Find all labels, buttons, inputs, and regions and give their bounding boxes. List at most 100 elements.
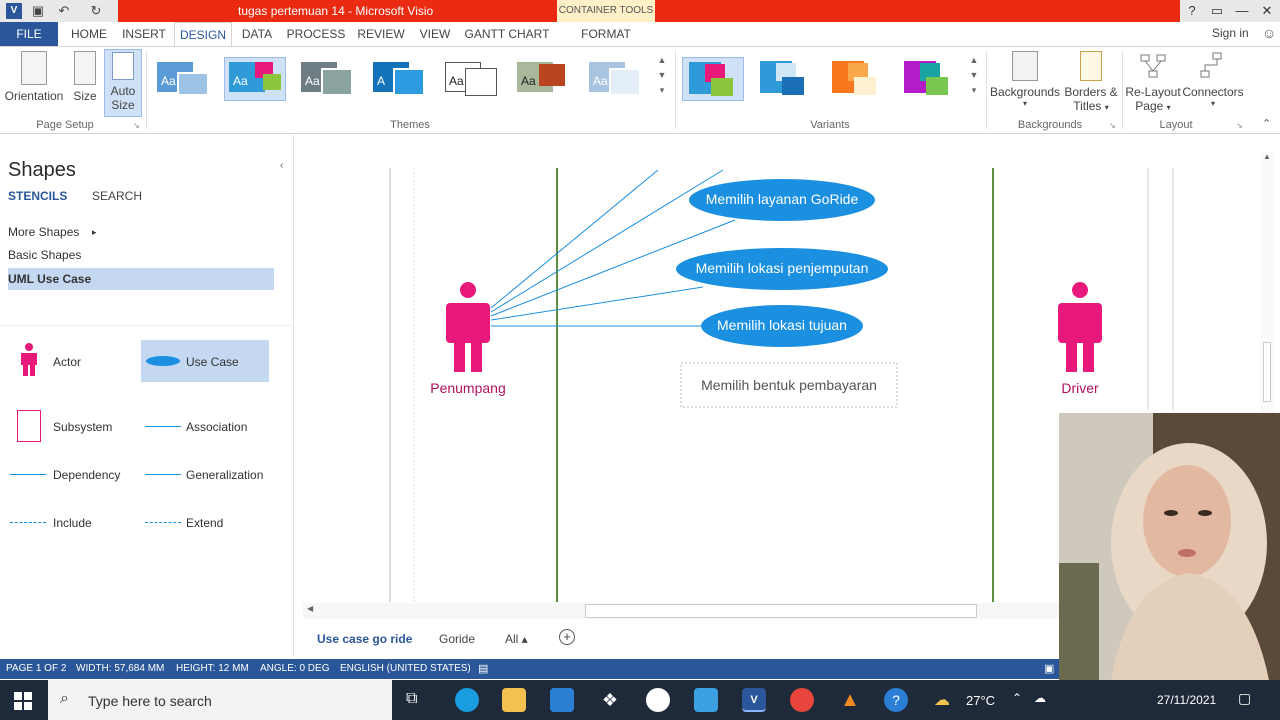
vertical-scroll-thumb[interactable] — [1263, 342, 1271, 402]
app-icon[interactable] — [646, 688, 670, 712]
redo-icon[interactable]: ↻ — [88, 3, 104, 19]
variant-option-2[interactable] — [754, 57, 816, 101]
actor-driver-label[interactable]: Driver — [1040, 380, 1120, 396]
horizontal-scrollbar[interactable]: ◀ — [303, 603, 1059, 619]
actor-shape-icon[interactable] — [18, 342, 40, 379]
association-shape-label[interactable]: Association — [186, 420, 247, 434]
tab-insert[interactable]: INSERT — [118, 22, 170, 46]
visio-taskbar-icon[interactable]: V — [742, 688, 766, 712]
orientation-button[interactable]: Orientation — [4, 51, 64, 103]
backgrounds-button[interactable]: Backgrounds ▾ — [990, 51, 1060, 108]
status-width[interactable]: WIDTH: 57,684 MM — [76, 663, 164, 674]
tray-chevron-icon[interactable]: ⌃ — [1012, 691, 1022, 705]
borders-titles-button[interactable]: Borders & Titles ▾ — [1062, 51, 1120, 113]
tab-design[interactable]: DESIGN — [174, 22, 232, 46]
page-tab-use-case-go-ride[interactable]: Use case go ride — [317, 632, 412, 646]
weather-temp[interactable]: 27°C — [966, 693, 995, 708]
theme-option-5[interactable]: Aa — [440, 57, 502, 101]
dropbox-icon[interactable]: ❖ — [598, 688, 622, 712]
onedrive-icon[interactable]: ☁ — [1034, 691, 1046, 705]
fit-page-icon[interactable]: ▣ — [1044, 662, 1054, 675]
theme-option-6[interactable]: Aa — [512, 57, 574, 101]
uml-use-case-item[interactable]: UML Use Case — [8, 268, 274, 290]
backgrounds-launcher-icon[interactable]: ↘ — [1109, 121, 1116, 130]
minimize-icon[interactable]: — — [1230, 2, 1254, 20]
tab-review[interactable]: REVIEW — [354, 22, 408, 46]
tab-file[interactable]: FILE — [0, 22, 58, 46]
generalization-shape-icon[interactable] — [145, 474, 181, 475]
windows-start-icon[interactable] — [14, 692, 32, 710]
theme-option-4[interactable]: A — [368, 57, 430, 101]
actor-shape-label[interactable]: Actor — [53, 355, 81, 369]
theme-option-7[interactable]: Aa — [584, 57, 646, 101]
basic-shapes-item[interactable]: Basic Shapes — [8, 244, 274, 266]
variant-option-3[interactable] — [826, 57, 888, 101]
taskbar-search-box[interactable]: ⌕ Type here to search — [48, 680, 392, 720]
help-app-icon[interactable]: ? — [884, 688, 908, 712]
layout-launcher-icon[interactable]: ↘ — [1236, 121, 1243, 130]
mail-icon[interactable] — [550, 688, 574, 712]
notifications-icon[interactable]: ▢ — [1238, 690, 1251, 707]
relayout-page-button[interactable]: Re-Layout Page ▾ — [1124, 51, 1182, 113]
actor-penumpang-label[interactable]: Penumpang — [408, 380, 528, 396]
generalization-shape-label[interactable]: Generalization — [186, 468, 263, 482]
variants-scroll[interactable]: ▲ ▼ ▾ — [968, 53, 980, 113]
vlc-icon[interactable]: ▲ — [838, 688, 862, 712]
close-icon[interactable]: ✕ — [1255, 2, 1279, 20]
extend-shape-icon[interactable] — [145, 522, 181, 523]
page-tab-all[interactable]: All ▴ — [505, 632, 528, 646]
collapse-pane-icon[interactable]: ‹ — [280, 160, 283, 171]
page-setup-launcher-icon[interactable]: ↘ — [133, 121, 140, 130]
undo-icon[interactable]: ↶ — [56, 3, 72, 19]
account-icon[interactable]: ☺ — [1262, 25, 1276, 41]
theme-option-3[interactable]: Aa — [296, 57, 358, 101]
include-shape-label[interactable]: Include — [53, 516, 92, 530]
dependency-shape-label[interactable]: Dependency — [53, 468, 120, 482]
tab-gantt-chart[interactable]: GANTT CHART — [462, 22, 552, 46]
scroll-left-icon[interactable]: ◀ — [307, 604, 313, 613]
text-box-label[interactable]: Memilih bentuk pembayaran — [681, 377, 897, 393]
weather-icon[interactable]: ☁ — [934, 690, 950, 710]
theme-option-1[interactable]: Aa — [152, 57, 214, 101]
collapse-ribbon-icon[interactable]: ⌃ — [1262, 117, 1271, 130]
tab-home[interactable]: HOME — [62, 22, 116, 46]
subsystem-shape-icon[interactable] — [17, 410, 41, 442]
sign-in-link[interactable]: Sign in — [1212, 26, 1249, 40]
pane-splitter[interactable] — [293, 135, 294, 657]
tab-process[interactable]: PROCESS — [284, 22, 348, 46]
use-case-label-1[interactable]: Memilih layanan GoRide — [689, 191, 875, 207]
edge-icon[interactable] — [455, 688, 479, 712]
extend-shape-label[interactable]: Extend — [186, 516, 223, 530]
use-case-label-3[interactable]: Memilih lokasi tujuan — [701, 317, 863, 333]
horizontal-scroll-thumb[interactable] — [585, 604, 977, 618]
variant-option-1[interactable] — [682, 57, 744, 101]
task-view-icon[interactable]: ⧉ — [406, 690, 417, 708]
photos-icon[interactable] — [694, 688, 718, 712]
status-height[interactable]: HEIGHT: 12 MM — [176, 663, 249, 674]
add-page-icon[interactable]: + — [559, 629, 575, 645]
status-angle[interactable]: ANGLE: 0 DEG — [260, 663, 329, 674]
dependency-shape-icon[interactable] — [10, 474, 46, 475]
chrome-icon[interactable] — [790, 688, 814, 712]
tab-stencils[interactable]: STENCILS — [8, 189, 67, 203]
save-icon[interactable]: ▣ — [30, 3, 46, 19]
tab-view[interactable]: VIEW — [414, 22, 456, 46]
tab-data[interactable]: DATA — [236, 22, 278, 46]
size-button[interactable]: Size — [70, 51, 100, 103]
themes-scroll[interactable]: ▲ ▼ ▾ — [656, 53, 668, 113]
connectors-button[interactable]: Connectors ▾ — [1182, 51, 1244, 108]
use-case-label-2[interactable]: Memilih lokasi penjemputan — [676, 260, 888, 276]
status-language[interactable]: ENGLISH (UNITED STATES) — [340, 663, 471, 674]
theme-option-2[interactable]: Aa — [224, 57, 286, 101]
auto-size-button[interactable]: Auto Size — [104, 49, 142, 117]
subsystem-shape-label[interactable]: Subsystem — [53, 420, 112, 434]
more-shapes-item[interactable]: More Shapes ▸ — [8, 221, 274, 243]
tab-search[interactable]: SEARCH — [92, 189, 142, 203]
ribbon-display-icon[interactable]: ▭ — [1205, 2, 1229, 20]
variant-option-4[interactable] — [898, 57, 960, 101]
file-explorer-icon[interactable] — [502, 688, 526, 712]
tab-format[interactable]: FORMAT — [562, 22, 650, 46]
include-shape-icon[interactable] — [10, 522, 46, 523]
taskbar-date[interactable]: 27/11/2021 — [1157, 693, 1216, 707]
page-tab-goride[interactable]: Goride — [439, 632, 475, 646]
